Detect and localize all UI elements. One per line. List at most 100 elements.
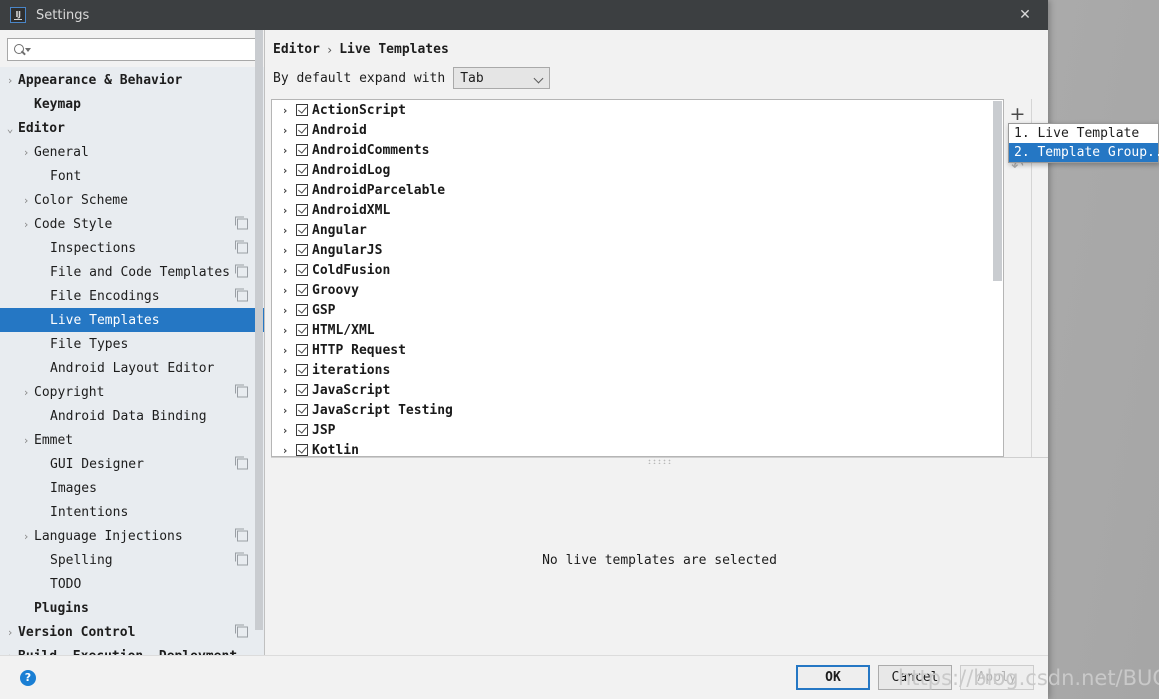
chevron-right-icon[interactable]: › bbox=[274, 124, 296, 137]
template-group-checkbox[interactable] bbox=[296, 164, 308, 176]
sidebar-scrollbar[interactable] bbox=[255, 30, 263, 655]
template-group-row[interactable]: ›ColdFusion bbox=[272, 260, 1003, 280]
sidebar-item-code-style[interactable]: ›Code Style bbox=[0, 212, 264, 236]
chevron-right-icon[interactable]: › bbox=[2, 74, 18, 87]
sidebar-item-language-injections[interactable]: ›Language Injections bbox=[0, 524, 264, 548]
template-group-checkbox[interactable] bbox=[296, 224, 308, 236]
close-icon[interactable]: ✕ bbox=[1002, 0, 1048, 30]
template-group-row[interactable]: ›GSP bbox=[272, 300, 1003, 320]
chevron-right-icon[interactable]: › bbox=[274, 204, 296, 217]
chevron-right-icon[interactable]: › bbox=[274, 304, 296, 317]
sidebar-item-intentions[interactable]: Intentions bbox=[0, 500, 264, 524]
sidebar-item-plugins[interactable]: Plugins bbox=[0, 596, 264, 620]
ok-button[interactable]: OK bbox=[796, 665, 870, 690]
template-groups-list[interactable]: ›ActionScript›Android›AndroidComments›An… bbox=[271, 99, 1004, 457]
template-group-checkbox[interactable] bbox=[296, 264, 308, 276]
expand-with-select[interactable]: Tab bbox=[453, 67, 550, 89]
chevron-right-icon[interactable]: › bbox=[18, 434, 34, 447]
sidebar-item-spelling[interactable]: Spelling bbox=[0, 548, 264, 572]
template-group-row[interactable]: ›AndroidParcelable bbox=[272, 180, 1003, 200]
sidebar-item-file-and-code-templates[interactable]: File and Code Templates bbox=[0, 260, 264, 284]
sidebar-item-live-templates[interactable]: Live Templates bbox=[0, 308, 264, 332]
template-group-checkbox[interactable] bbox=[296, 284, 308, 296]
template-group-row[interactable]: ›HTTP Request bbox=[272, 340, 1003, 360]
template-group-row[interactable]: ›ActionScript bbox=[272, 100, 1003, 120]
breadcrumb-parent[interactable]: Editor bbox=[273, 42, 320, 57]
sidebar-item-file-types[interactable]: File Types bbox=[0, 332, 264, 356]
chevron-right-icon[interactable]: › bbox=[18, 386, 34, 399]
chevron-right-icon[interactable]: › bbox=[274, 244, 296, 257]
sidebar-item-android-data-binding[interactable]: Android Data Binding bbox=[0, 404, 264, 428]
template-group-checkbox[interactable] bbox=[296, 404, 308, 416]
template-group-row[interactable]: ›AndroidLog bbox=[272, 160, 1003, 180]
settings-tree[interactable]: ›Appearance & BehaviorKeymap⌄Editor›Gene… bbox=[0, 67, 264, 655]
template-group-checkbox[interactable] bbox=[296, 304, 308, 316]
chevron-right-icon[interactable]: › bbox=[18, 530, 34, 543]
template-group-checkbox[interactable] bbox=[296, 444, 308, 456]
chevron-right-icon[interactable]: › bbox=[274, 184, 296, 197]
sidebar-item-build-execution-deployment[interactable]: ›Build, Execution, Deployment bbox=[0, 644, 264, 655]
chevron-right-icon[interactable]: › bbox=[274, 164, 296, 177]
chevron-right-icon[interactable]: › bbox=[274, 444, 296, 457]
search-input[interactable] bbox=[30, 43, 256, 57]
sidebar-item-emmet[interactable]: ›Emmet bbox=[0, 428, 264, 452]
template-group-row[interactable]: ›iterations bbox=[272, 360, 1003, 380]
chevron-right-icon[interactable]: › bbox=[18, 218, 34, 231]
sidebar-item-editor[interactable]: ⌄Editor bbox=[0, 116, 264, 140]
template-group-checkbox[interactable] bbox=[296, 324, 308, 336]
help-icon[interactable]: ? bbox=[20, 670, 36, 686]
sidebar-item-version-control[interactable]: ›Version Control bbox=[0, 620, 264, 644]
sidebar-item-images[interactable]: Images bbox=[0, 476, 264, 500]
template-group-row[interactable]: ›Angular bbox=[272, 220, 1003, 240]
chevron-right-icon[interactable]: › bbox=[18, 146, 34, 159]
template-group-row[interactable]: ›JSP bbox=[272, 420, 1003, 440]
template-list-scrollbar-thumb[interactable] bbox=[993, 101, 1002, 281]
chevron-right-icon[interactable]: › bbox=[274, 424, 296, 437]
chevron-right-icon[interactable]: › bbox=[274, 384, 296, 397]
template-group-row[interactable]: ›Android bbox=[272, 120, 1003, 140]
template-group-row[interactable]: ›AndroidComments bbox=[272, 140, 1003, 160]
template-group-row[interactable]: ›AndroidXML bbox=[272, 200, 1003, 220]
chevron-down-icon[interactable]: ⌄ bbox=[2, 122, 18, 135]
sidebar-item-gui-designer[interactable]: GUI Designer bbox=[0, 452, 264, 476]
template-group-row[interactable]: ›Kotlin bbox=[272, 440, 1003, 457]
chevron-right-icon[interactable]: › bbox=[274, 344, 296, 357]
sidebar-scrollbar-thumb[interactable] bbox=[255, 30, 263, 630]
chevron-right-icon[interactable]: › bbox=[274, 264, 296, 277]
template-group-row[interactable]: ›JavaScript bbox=[272, 380, 1003, 400]
template-group-checkbox[interactable] bbox=[296, 144, 308, 156]
sidebar-item-todo[interactable]: TODO bbox=[0, 572, 264, 596]
template-group-checkbox[interactable] bbox=[296, 384, 308, 396]
sidebar-item-android-layout-editor[interactable]: Android Layout Editor bbox=[0, 356, 264, 380]
sidebar-item-file-encodings[interactable]: File Encodings bbox=[0, 284, 264, 308]
panel-splitter[interactable] bbox=[271, 457, 1048, 465]
template-group-checkbox[interactable] bbox=[296, 204, 308, 216]
template-group-checkbox[interactable] bbox=[296, 244, 308, 256]
template-list-scrollbar[interactable] bbox=[993, 101, 1002, 455]
template-group-checkbox[interactable] bbox=[296, 344, 308, 356]
sidebar-item-copyright[interactable]: ›Copyright bbox=[0, 380, 264, 404]
chevron-right-icon[interactable]: › bbox=[274, 284, 296, 297]
chevron-right-icon[interactable]: › bbox=[2, 626, 18, 639]
chevron-right-icon[interactable]: › bbox=[274, 404, 296, 417]
search-box[interactable] bbox=[7, 38, 257, 61]
chevron-right-icon[interactable]: › bbox=[274, 364, 296, 377]
sidebar-item-inspections[interactable]: Inspections bbox=[0, 236, 264, 260]
template-group-checkbox[interactable] bbox=[296, 184, 308, 196]
chevron-right-icon[interactable]: › bbox=[274, 104, 296, 117]
chevron-right-icon[interactable]: › bbox=[274, 224, 296, 237]
template-group-checkbox[interactable] bbox=[296, 124, 308, 136]
template-group-row[interactable]: ›HTML/XML bbox=[272, 320, 1003, 340]
template-group-checkbox[interactable] bbox=[296, 424, 308, 436]
chevron-right-icon[interactable]: › bbox=[274, 324, 296, 337]
template-group-checkbox[interactable] bbox=[296, 364, 308, 376]
template-group-row[interactable]: ›JavaScript Testing bbox=[272, 400, 1003, 420]
chevron-right-icon[interactable]: › bbox=[18, 194, 34, 207]
template-group-row[interactable]: ›Groovy bbox=[272, 280, 1003, 300]
chevron-right-icon[interactable]: › bbox=[274, 144, 296, 157]
popup-menu-item[interactable]: 2. Template Group... bbox=[1009, 143, 1158, 162]
template-group-checkbox[interactable] bbox=[296, 104, 308, 116]
sidebar-item-color-scheme[interactable]: ›Color Scheme bbox=[0, 188, 264, 212]
sidebar-item-appearance-behavior[interactable]: ›Appearance & Behavior bbox=[0, 68, 264, 92]
popup-menu-item[interactable]: 1. Live Template bbox=[1009, 124, 1158, 143]
